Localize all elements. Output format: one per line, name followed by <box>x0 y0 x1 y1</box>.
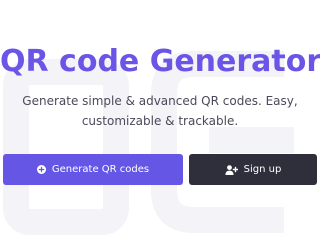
user-plus-icon <box>225 164 238 175</box>
sign-up-label: Sign up <box>243 164 282 175</box>
page-title: QR code Generator <box>0 44 320 79</box>
hero-section: QR code Generator Generate simple & adva… <box>0 0 320 240</box>
sign-up-button[interactable]: Sign up <box>189 154 317 185</box>
page-subtitle: Generate simple & advanced QR codes. Eas… <box>22 94 298 128</box>
generate-qr-codes-label: Generate QR codes <box>51 164 150 175</box>
plus-circle-icon <box>36 165 46 174</box>
generate-qr-codes-button[interactable]: Generate QR codes <box>3 154 183 185</box>
